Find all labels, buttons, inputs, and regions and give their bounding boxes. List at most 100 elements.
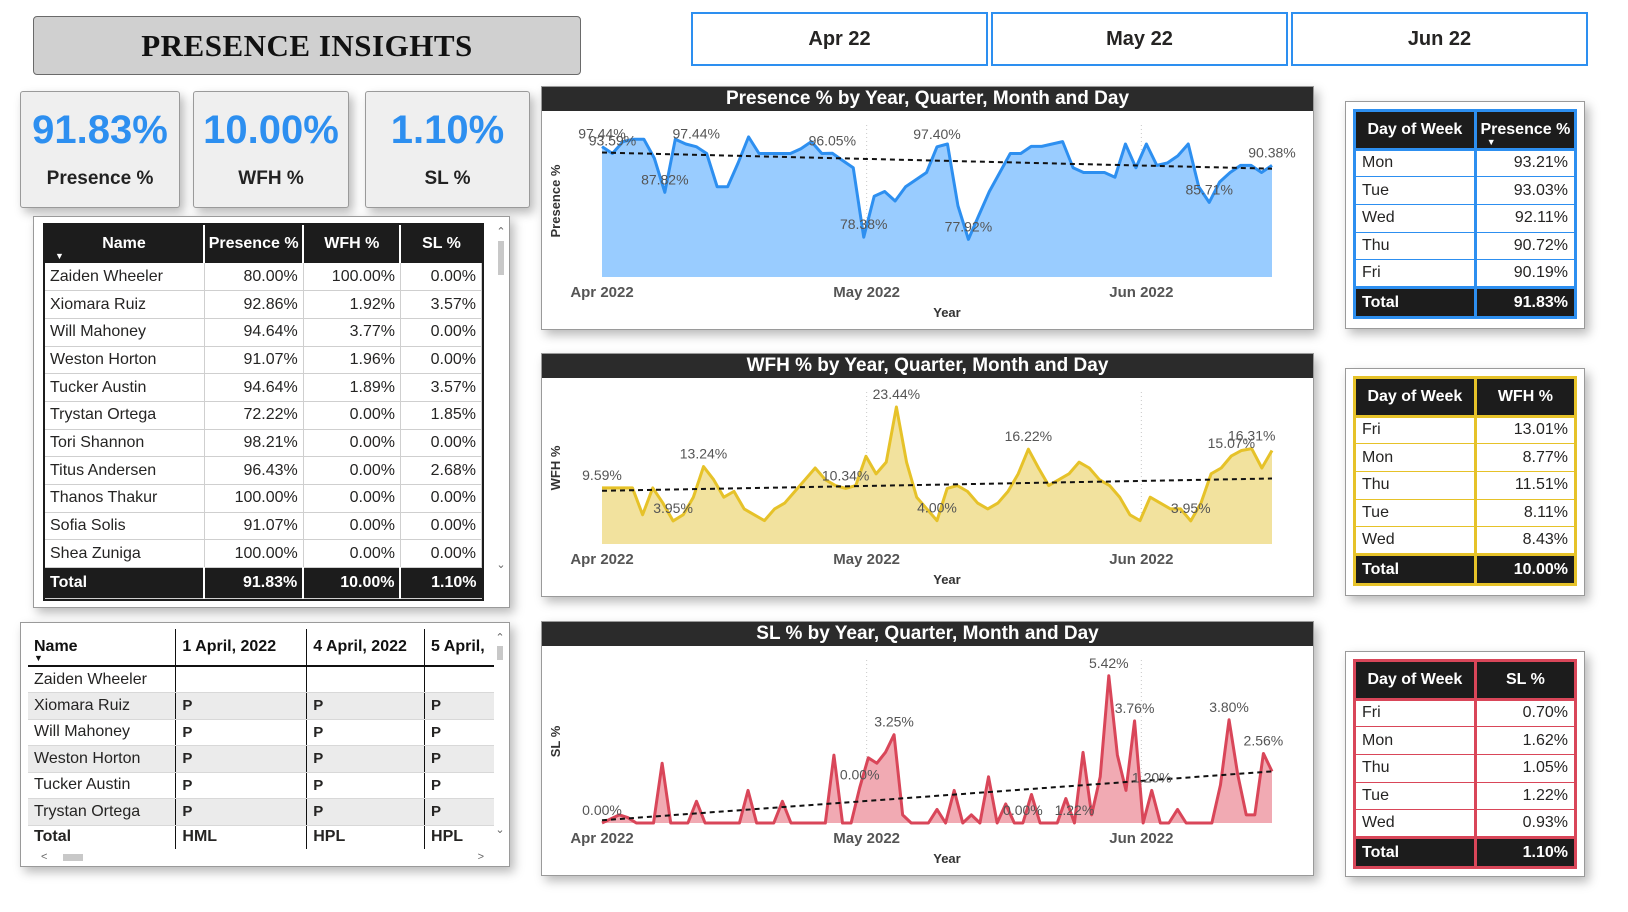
table-row[interactable]: Tue 93.03%	[1356, 176, 1574, 205]
column-header-sl[interactable]: SL %	[400, 225, 482, 263]
attendance-code-cell: P	[175, 772, 308, 799]
column-header-presence[interactable]: Presence %	[204, 225, 305, 263]
table-row[interactable]: Sofia Solis 91.07% 0.00% 0.00%	[45, 512, 483, 541]
table-row[interactable]: Thu 1.05%	[1356, 753, 1574, 783]
table-row[interactable]: Tue 1.22%	[1356, 781, 1574, 810]
x-axis-title: Year	[933, 305, 960, 320]
table-row[interactable]: Will Mahoney 94.64% 3.77% 0.00%	[45, 318, 483, 347]
data-label: 78.38%	[840, 216, 887, 232]
data-label: 10.34%	[822, 467, 869, 483]
scroll-down-icon[interactable]: ⌄	[494, 823, 506, 836]
table-row[interactable]: Fri 90.19%	[1356, 259, 1574, 288]
column-header-metric[interactable]: SL %	[1475, 662, 1574, 699]
matrix-row[interactable]: Weston Horton P P P	[28, 745, 494, 773]
scroll-up-icon[interactable]: ⌃	[494, 631, 506, 644]
employee-name-cell: Tucker Austin	[45, 373, 205, 402]
attendance-code-cell: P	[424, 798, 494, 826]
scroll-down-icon[interactable]: ⌄	[495, 558, 507, 571]
scroll-thumb[interactable]	[63, 853, 83, 861]
table-row[interactable]: Wed 92.11%	[1356, 203, 1574, 233]
matrix-horizontal-scrollbar[interactable]: < >	[41, 851, 484, 863]
table-row[interactable]: Fri 0.70%	[1356, 697, 1574, 727]
table-row[interactable]: Zaiden Wheeler 80.00% 100.00% 0.00%	[45, 263, 483, 292]
matrix-row[interactable]: Trystan Ortega P P P	[28, 798, 494, 826]
dow-sl-table: Day of Week SL % Fri 0.70% Mon 1.62% Thu 1.05% T…	[1353, 659, 1577, 870]
metric-cell: 3.77%	[303, 318, 401, 347]
month-slicer-jun[interactable]: Jun 22	[1291, 12, 1588, 66]
sort-descending-icon[interactable]: ▼	[1487, 137, 1496, 147]
matrix-row[interactable]: Xiomara Ruiz P P P	[28, 692, 494, 720]
metric-cell: 90.19%	[1475, 259, 1574, 288]
matrix-row[interactable]: Zaiden Wheeler	[28, 666, 494, 693]
employee-table-scrollbar[interactable]: ⌃ ⌄	[495, 225, 507, 571]
sort-descending-icon[interactable]: ▼	[34, 653, 43, 663]
table-row[interactable]: Fri 13.01%	[1356, 414, 1574, 444]
matrix-header-date[interactable]: 4 April, 2022	[306, 629, 426, 667]
data-label: 90.38%	[1248, 144, 1295, 160]
attendance-code-cell: P	[306, 772, 426, 799]
dow-wfh-table: Day of Week WFH % Fri 13.01% Mon 8.77% Thu 11.5…	[1353, 376, 1577, 587]
x-tick-label: May 2022	[833, 551, 900, 568]
scroll-right-icon[interactable]: >	[478, 851, 484, 863]
table-row[interactable]: Mon 8.77%	[1356, 443, 1574, 472]
column-header-wfh[interactable]: WFH %	[303, 225, 402, 263]
scroll-up-icon[interactable]: ⌃	[495, 225, 507, 238]
data-label: 97.40%	[913, 126, 960, 142]
table-row[interactable]: Wed 8.43%	[1356, 526, 1574, 555]
matrix-header-date[interactable]: 5 April,	[424, 629, 494, 667]
matrix-header-name[interactable]: Name ▼	[28, 629, 177, 667]
table-row[interactable]: Tucker Austin 94.64% 1.89% 3.57%	[45, 373, 483, 402]
matrix-vertical-scrollbar[interactable]: ⌃ ⌄	[494, 631, 506, 836]
area-fill	[602, 406, 1272, 544]
data-label: 13.24%	[680, 446, 727, 462]
matrix-header-date[interactable]: 1 April, 2022	[175, 629, 308, 667]
table-row[interactable]: Thanos Thakur 100.00% 0.00% 0.00%	[45, 484, 483, 513]
x-tick-label: Apr 2022	[570, 830, 633, 847]
column-header-label: Presence %	[1480, 120, 1571, 138]
column-header-metric[interactable]: WFH %	[1475, 379, 1574, 416]
table-row[interactable]: Thu 11.51%	[1356, 470, 1574, 500]
kpi-card-wfh: 10.00% WFH %	[193, 91, 349, 208]
table-row[interactable]: Thu 90.72%	[1356, 231, 1574, 260]
sl-chart-card: SL % by Year, Quarter, Month and Day 0.0…	[541, 621, 1314, 876]
table-row[interactable]: Titus Andersen 96.43% 0.00% 2.68%	[45, 456, 483, 485]
metric-cell: 1.92%	[303, 290, 401, 319]
column-header-day[interactable]: Day of Week	[1356, 662, 1477, 699]
table-row[interactable]: Tori Shannon 98.21% 0.00% 0.00%	[45, 429, 483, 458]
table-row[interactable]: Mon 1.62%	[1356, 726, 1574, 755]
table-row[interactable]: Trystan Ortega 72.22% 0.00% 1.85%	[45, 401, 483, 430]
table-row[interactable]: Wed 0.93%	[1356, 809, 1574, 838]
table-row[interactable]: Xiomara Ruiz 92.86% 1.92% 3.57%	[45, 290, 483, 319]
metric-cell: 0.00%	[400, 512, 483, 541]
month-slicer-apr[interactable]: Apr 22	[691, 12, 988, 66]
matrix-row[interactable]: Will Mahoney P P P	[28, 719, 494, 746]
x-tick-label: Jun 2022	[1109, 830, 1173, 847]
presence-area-chart[interactable]: 97.44%93.59%87.82%97.44% 96.05%78.38%97.4…	[542, 111, 1312, 329]
day-cell: Tue	[1356, 176, 1477, 205]
table-row[interactable]: Weston Horton 91.07% 1.96% 0.00%	[45, 346, 483, 375]
scroll-thumb[interactable]	[497, 646, 503, 660]
sort-descending-icon[interactable]: ▼	[55, 251, 64, 261]
scroll-thumb[interactable]	[498, 241, 504, 275]
data-label: 93.59%	[589, 133, 636, 149]
scroll-left-icon[interactable]: <	[41, 851, 47, 863]
wfh-area-chart[interactable]: 9.59% 13.24% 3.95% 23.44% 10.34% 4.00% 16.22% 3…	[542, 378, 1312, 596]
column-header-day[interactable]: Day of Week	[1356, 112, 1477, 149]
column-header-name[interactable]: Name ▼	[45, 225, 205, 263]
total-cell: 10.00%	[303, 567, 402, 600]
dow-table: Day of Week SL % Fri 0.70% Mon 1.62% Thu 1.05% T…	[1356, 662, 1574, 867]
matrix-row[interactable]: Tucker Austin P P P	[28, 772, 494, 799]
employee-name-cell: Thanos Thakur	[45, 484, 205, 513]
table-row[interactable]: Mon 93.21%	[1356, 147, 1574, 177]
column-header-metric[interactable]: Presence % ▼	[1475, 112, 1574, 149]
table-row[interactable]: Tue 8.11%	[1356, 498, 1574, 527]
metric-cell: 0.93%	[1475, 809, 1574, 838]
sl-area-chart[interactable]: 0.00% 3.25% 0.00% 0.00% 1.22% 5.42% 3.76% 1.20%…	[542, 646, 1312, 875]
metric-cell: 0.00%	[303, 484, 401, 513]
column-header-day[interactable]: Day of Week	[1356, 379, 1477, 416]
month-slicer-may[interactable]: May 22	[991, 12, 1288, 66]
table-row[interactable]: Shea Zuniga 100.00% 0.00% 0.00%	[45, 539, 483, 569]
attendance-code-cell: P	[424, 692, 494, 720]
metric-cell: 0.00%	[303, 429, 401, 458]
data-label: 23.44%	[873, 386, 920, 402]
